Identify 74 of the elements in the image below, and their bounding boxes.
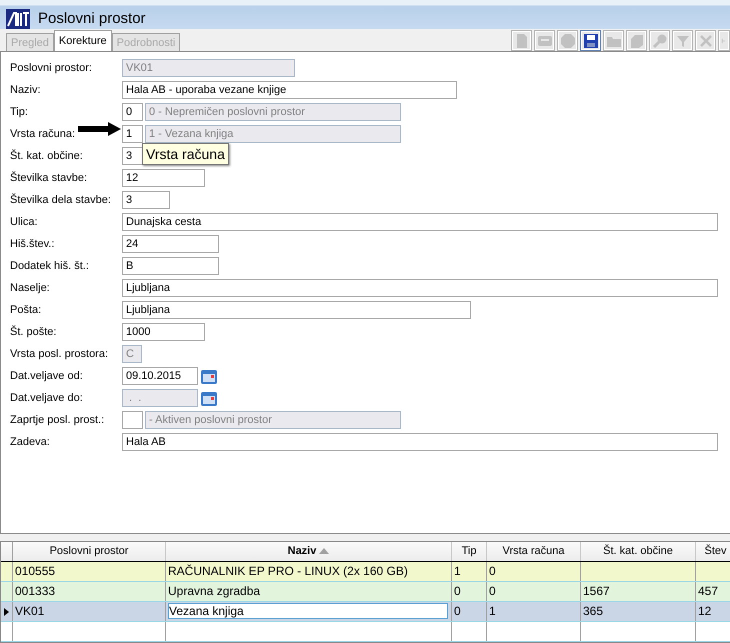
calendar-icon[interactable]: [200, 390, 218, 406]
table-cell: 1567: [583, 584, 610, 598]
description-field: 1 - Vezana knjiga: [145, 125, 401, 143]
tab[interactable]: Korekture: [54, 30, 112, 51]
field-label: Tip:: [10, 106, 28, 118]
input-field[interactable]: Ljubljana: [122, 279, 718, 297]
field-label: Naselje:: [10, 282, 50, 294]
column-header[interactable]: Štev: [696, 542, 730, 561]
column-header[interactable]: Naziv: [166, 542, 452, 561]
table-cell: 12: [698, 604, 712, 618]
table-cell: 0: [454, 584, 461, 598]
input-field[interactable]: 24: [122, 235, 219, 253]
save-button[interactable]: [580, 30, 601, 51]
close-icon: [698, 32, 714, 48]
table-row[interactable]: VK01 Vezana knjiga 0 1 365 12: [1, 602, 730, 622]
input-field[interactable]: Ljubljana: [122, 301, 471, 319]
field-label: Vrsta računa:: [10, 128, 76, 140]
code-field[interactable]: 0: [122, 103, 143, 121]
date-field[interactable]: 09.10.2015: [122, 367, 198, 385]
calendar-icon[interactable]: [200, 368, 218, 384]
description-field: - Aktiven poslovni prostor: [145, 411, 401, 429]
table-row[interactable]: 001333 Upravna zgradba 0 0 1567 457: [1, 582, 730, 602]
column-header[interactable]: Tip: [452, 542, 487, 561]
arrow-icon: [76, 122, 122, 136]
field-label: Dodatek hiš. št.:: [10, 260, 89, 272]
field-label: Zadeva:: [10, 436, 50, 448]
octagon-icon: [560, 32, 576, 48]
field-label: Številka stavbe:: [10, 172, 88, 184]
table-row[interactable]: 010555 RAČUNALNIK EP PRO - LINUX (2x 160 GB) 1 0: [1, 562, 730, 582]
input-field[interactable]: 3: [122, 191, 170, 209]
field-label: Pošta:: [10, 304, 42, 316]
table-cell: 457: [698, 584, 718, 598]
table-cell: 0: [489, 564, 496, 578]
field-label: Ulica:: [10, 216, 38, 228]
input-field[interactable]: Hala AB: [122, 433, 718, 451]
table-cell: 365: [583, 604, 604, 618]
table-cell: Vezana knjiga: [168, 603, 448, 619]
field-label: Dat.veljave od:: [10, 370, 83, 382]
column-header[interactable]: Vrsta računa: [487, 542, 581, 561]
code-field[interactable]: 1: [122, 125, 143, 143]
input-field[interactable]: 12: [122, 169, 205, 187]
field-label: Zaprtje posl. prost.:: [10, 414, 104, 426]
table-cell: 1: [454, 564, 461, 578]
table-cell: 010555: [15, 564, 56, 578]
column-header[interactable]: Poslovni prostor: [13, 542, 166, 561]
field-label: Naziv:: [10, 84, 41, 96]
field-label: Št. kat. občine:: [10, 150, 83, 162]
stack-icon: [628, 32, 644, 48]
table-cell: 1: [489, 604, 496, 618]
field-label: Št. pošte:: [10, 326, 56, 338]
search-icon: [652, 32, 668, 48]
field-label: Vrsta posl. prostora:: [10, 348, 108, 360]
tooltip: Vrsta računa: [142, 143, 229, 165]
table-cell: Upravna zgradba: [168, 584, 260, 598]
app-logo-icon: [6, 8, 30, 28]
table-cell: 0: [489, 584, 496, 598]
table-cell: 0: [454, 604, 461, 618]
code-field[interactable]: [122, 411, 143, 429]
input-field[interactable]: B: [122, 257, 219, 275]
field-label: Hiš.štev.:: [10, 238, 54, 250]
field-label: Poslovni prostor:: [10, 62, 92, 74]
table-cell: 001333: [15, 584, 56, 598]
input-field[interactable]: Dunajska cesta: [122, 213, 718, 231]
description-field: 0 - Nepremičen poslovni prostor: [145, 103, 401, 121]
table-cell: RAČUNALNIK EP PRO - LINUX (2x 160 GB): [168, 564, 408, 578]
sort-arrow-icon: [319, 547, 330, 554]
input-field[interactable]: Hala AB - uporaba vezane knjige: [122, 81, 457, 99]
table-cell: VK01: [15, 604, 44, 618]
field-label: Številka dela stavbe:: [10, 194, 111, 206]
window-title: Poslovni prostor: [38, 10, 146, 27]
column-header[interactable]: Št. kat. občine: [581, 542, 696, 561]
row-pointer-icon: [4, 608, 9, 616]
field-label: Dat.veljave do:: [10, 392, 83, 404]
input-field[interactable]: 1000: [122, 323, 205, 341]
